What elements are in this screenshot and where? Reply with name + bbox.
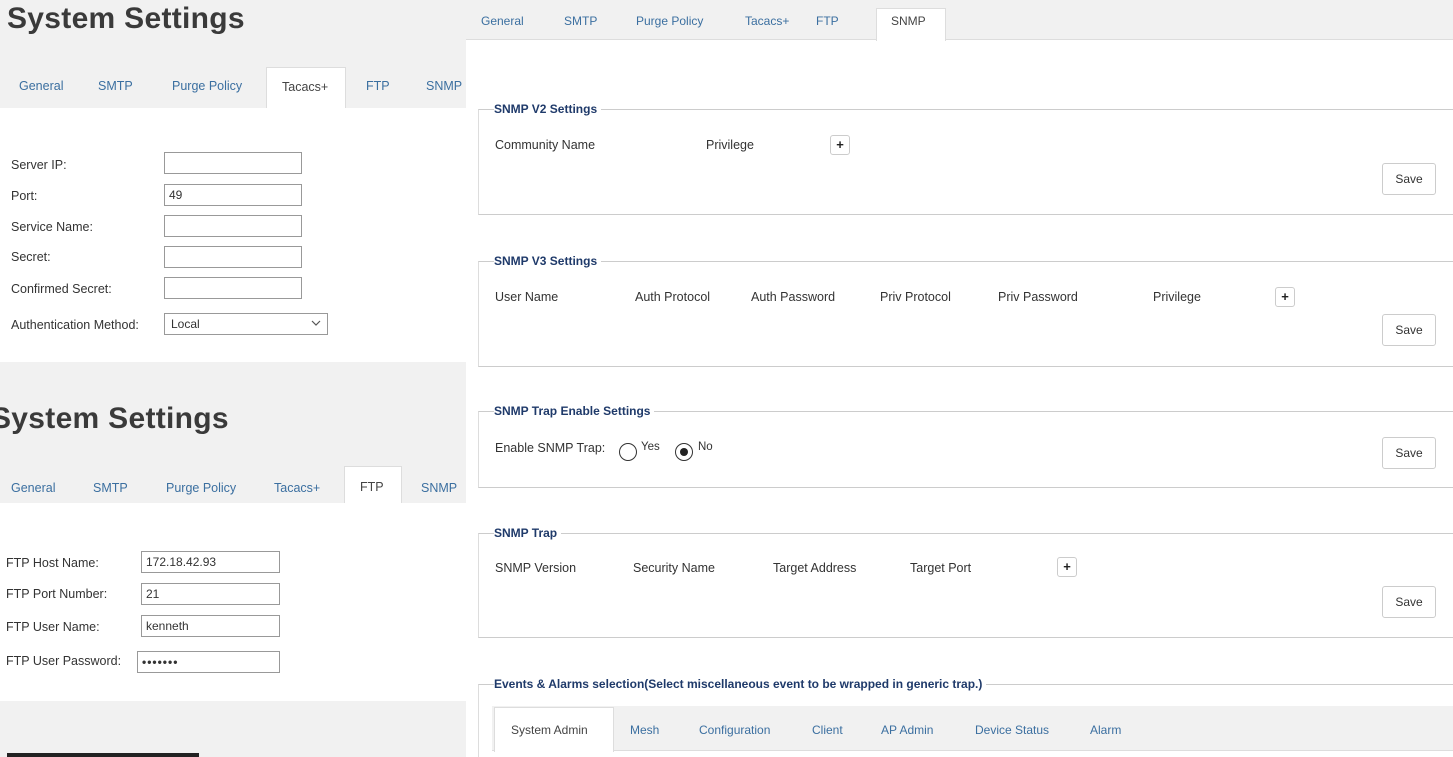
- col-auth-password: Auth Password: [751, 290, 836, 304]
- service-name-input[interactable]: [164, 215, 302, 237]
- tab-tacacs-3[interactable]: Tacacs+: [745, 14, 789, 28]
- tab-general-3[interactable]: General: [481, 14, 524, 28]
- snmp-v3-fieldset: [478, 261, 1453, 367]
- tab-general[interactable]: General: [19, 79, 63, 93]
- col-auth-protocol: Auth Protocol: [635, 290, 711, 304]
- tab-system-admin[interactable]: System Admin: [511, 723, 588, 737]
- snmp-trap-legend: SNMP Trap: [494, 526, 562, 540]
- ftp-host-input[interactable]: [141, 551, 280, 573]
- right-panel: General SMTP Purge Policy Tacacs+ FTP SN…: [466, 0, 1453, 757]
- add-community-button[interactable]: +: [830, 135, 850, 155]
- trap-no-label: No: [698, 441, 713, 453]
- service-name-label: Service Name:: [11, 220, 93, 234]
- snmp-v2-fieldset: [478, 109, 1453, 215]
- snmp-v2-legend: SNMP V2 Settings: [494, 102, 602, 116]
- ftp-password-input[interactable]: [137, 651, 280, 673]
- auth-method-label: Authentication Method:: [11, 318, 139, 332]
- tab-general-2[interactable]: General: [11, 481, 55, 495]
- col-snmp-version: SNMP Version: [495, 561, 577, 575]
- tab-client[interactable]: Client: [812, 723, 843, 737]
- tab-snmp[interactable]: SNMP: [426, 79, 462, 93]
- server-ip-input[interactable]: [164, 152, 302, 174]
- page-title: System Settings: [7, 2, 245, 35]
- tab-snmp-3[interactable]: SNMP: [891, 14, 926, 28]
- tab-ap-admin[interactable]: AP Admin: [881, 723, 933, 737]
- tab-device-status[interactable]: Device Status: [975, 723, 1049, 737]
- trap-yes-radio[interactable]: [619, 443, 637, 461]
- tab-snmp-2[interactable]: SNMP: [421, 481, 457, 495]
- server-ip-label: Server IP:: [11, 158, 67, 172]
- col-privilege: Privilege: [706, 138, 754, 152]
- tab-tacacs[interactable]: Tacacs+: [282, 80, 328, 94]
- col-user-name: User Name: [495, 290, 559, 304]
- secret-input[interactable]: [164, 246, 302, 268]
- tab-purge-policy-2[interactable]: Purge Policy: [166, 481, 236, 495]
- tab-purge-policy-3[interactable]: Purge Policy: [636, 14, 703, 28]
- tab-alarm[interactable]: Alarm: [1090, 723, 1121, 737]
- snmp-v3-legend: SNMP V3 Settings: [494, 254, 602, 268]
- snmp-trap-fieldset: [478, 533, 1453, 638]
- auth-method-select[interactable]: Local: [164, 313, 328, 335]
- right-tabbar-bg: [466, 8, 1453, 40]
- add-trap-button[interactable]: +: [1057, 557, 1077, 577]
- ftp-password-label: FTP User Password:: [6, 654, 122, 668]
- left-bottom-panel: System Settings General SMTP Purge Polic…: [0, 362, 466, 757]
- page-title-2: System Settings: [0, 402, 229, 435]
- tab-configuration[interactable]: Configuration: [699, 723, 770, 737]
- port-label: Port:: [11, 189, 38, 203]
- save-v3-button[interactable]: Save: [1382, 314, 1436, 346]
- col-security-name: Security Name: [633, 561, 715, 575]
- col-target-port: Target Port: [910, 561, 972, 575]
- save-trap-enable-button[interactable]: Save: [1382, 437, 1436, 469]
- save-trap-button[interactable]: Save: [1382, 586, 1436, 618]
- auth-method-value: Local: [171, 317, 200, 331]
- port-input[interactable]: [164, 184, 302, 206]
- tab-tacacs-2[interactable]: Tacacs+: [274, 481, 320, 495]
- col-priv-protocol: Priv Protocol: [880, 290, 951, 304]
- tab-mesh[interactable]: Mesh: [630, 723, 659, 737]
- tab-ftp-3[interactable]: FTP: [816, 14, 839, 28]
- col-community-name: Community Name: [495, 138, 596, 152]
- trap-enable-legend: SNMP Trap Enable Settings: [494, 404, 655, 418]
- radio-selected-dot: [680, 448, 688, 456]
- ftp-user-input[interactable]: [141, 615, 280, 637]
- bottom-dark-bar: [7, 753, 199, 757]
- col-target-address: Target Address: [773, 561, 857, 575]
- ftp-port-label: FTP Port Number:: [6, 587, 108, 601]
- secret-label: Secret:: [11, 250, 51, 264]
- tab-smtp[interactable]: SMTP: [98, 79, 133, 93]
- col-privilege-v3: Privilege: [1153, 290, 1201, 304]
- events-legend: Events & Alarms selection(Select miscell…: [494, 677, 987, 691]
- ftp-port-input[interactable]: [141, 583, 280, 605]
- enable-trap-label: Enable SNMP Trap:: [495, 441, 606, 455]
- trap-yes-label: Yes: [641, 441, 660, 453]
- tab-smtp-2[interactable]: SMTP: [93, 481, 128, 495]
- add-user-button[interactable]: +: [1275, 287, 1295, 307]
- confirmed-secret-input[interactable]: [164, 277, 302, 299]
- trap-no-radio[interactable]: [675, 443, 693, 461]
- save-v2-button[interactable]: Save: [1382, 163, 1436, 195]
- left-top-panel: System Settings General SMTP Purge Polic…: [0, 0, 466, 362]
- ftp-host-label: FTP Host Name:: [6, 556, 99, 570]
- ftp-user-label: FTP User Name:: [6, 620, 100, 634]
- tab-ftp-2[interactable]: FTP: [360, 480, 384, 494]
- chevron-down-icon: [311, 316, 321, 333]
- col-priv-password: Priv Password: [998, 290, 1078, 304]
- tab-smtp-3[interactable]: SMTP: [564, 14, 597, 28]
- tab-ftp[interactable]: FTP: [366, 79, 390, 93]
- tab-purge-policy[interactable]: Purge Policy: [172, 79, 242, 93]
- confirmed-secret-label: Confirmed Secret:: [11, 282, 112, 296]
